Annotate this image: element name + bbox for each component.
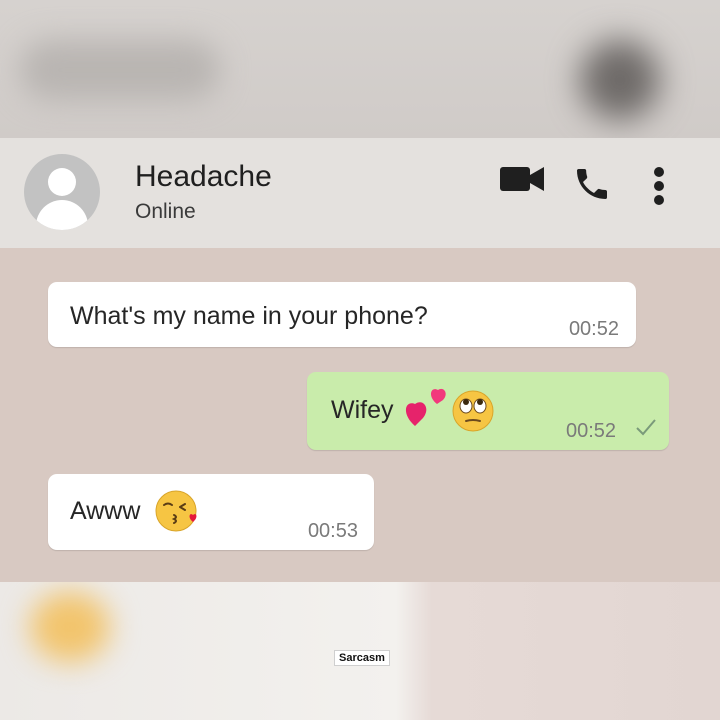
message-text: What's my name in your phone? [70,302,428,330]
sent-check-icon [635,418,657,440]
two-hearts-emoji [403,386,451,434]
blurred-shape [20,40,220,100]
message-time: 00:52 [566,420,617,442]
blurred-top-background [0,0,720,138]
avatar-head-shape [48,168,76,196]
kissing-heart-emoji [154,488,204,538]
avatar-body-shape [36,200,88,230]
phone-icon[interactable] [572,164,612,208]
message-text: Awww [70,497,141,525]
more-vertical-icon[interactable] [645,164,673,212]
video-camera-icon[interactable] [498,164,546,198]
message-time: 00:53 [307,520,358,542]
contact-status: Online [135,200,196,223]
message-text: Wifey [331,396,394,424]
blurred-shape [30,592,110,662]
contact-avatar[interactable] [24,154,100,230]
chat-header: Headache Online [0,138,720,248]
watermark-label: Sarcasm [334,650,390,666]
message-bubble-outgoing[interactable]: Wifey 00:52 [307,372,669,450]
message-bubble-incoming[interactable]: Awww 00:53 [48,474,374,550]
eye-roll-emoji [451,389,495,437]
message-time: 00:52 [568,318,619,340]
chat-area: What's my name in your phone? 00:52 Wife… [0,248,720,582]
blurred-shape [580,40,660,120]
message-bubble-incoming[interactable]: What's my name in your phone? 00:52 [48,282,636,347]
contact-name[interactable]: Headache [135,160,272,194]
